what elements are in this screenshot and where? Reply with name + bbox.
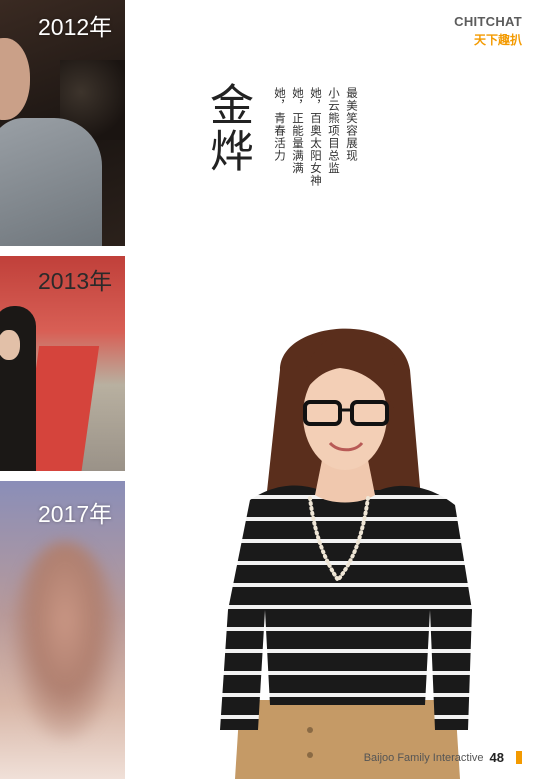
profile-line-2: 小云熊项目总监 [327, 87, 341, 175]
page-footer: Baijoo Family Interactive 48 [364, 750, 522, 765]
blurred-figure [10, 541, 120, 741]
person-name: 金烨 [202, 82, 253, 174]
man-sweater [0, 118, 102, 246]
profile-line-3: 她，百奥太阳女神 [309, 87, 323, 187]
brand-header: CHITCHAT 天下趣扒 [454, 14, 522, 48]
footer-text: Baijoo Family Interactive [363, 751, 484, 764]
profile-line-4: 她，正能量满满 [291, 87, 305, 175]
year-label-2013: 2013年 [38, 268, 113, 294]
magazine-page: 2012年 2013年 2017年 CHITCHAT 天下趣扒 金烨 最美笑容展… [0, 0, 540, 779]
brand-name-cn: 天下趣扒 [473, 33, 522, 47]
brand-name-en: CHITCHAT [454, 14, 522, 29]
woman-face [0, 330, 20, 360]
portrait-photo [220, 328, 472, 779]
year-label-2012: 2012年 [38, 14, 113, 40]
man-face [0, 38, 30, 120]
striped-top [220, 485, 472, 730]
photo-2013: 2013年 [0, 256, 125, 471]
profile-line-1: 最美笑容展现 [345, 87, 359, 162]
photo-2012: 2012年 [0, 0, 125, 246]
profile-line-5: 她，青春活力 [273, 87, 287, 162]
skirt [235, 700, 460, 779]
orange-marker [516, 751, 522, 764]
year-label-2017: 2017年 [38, 501, 113, 527]
photo-2017: 2017年 [0, 481, 125, 779]
page-number: 48 [489, 750, 504, 765]
